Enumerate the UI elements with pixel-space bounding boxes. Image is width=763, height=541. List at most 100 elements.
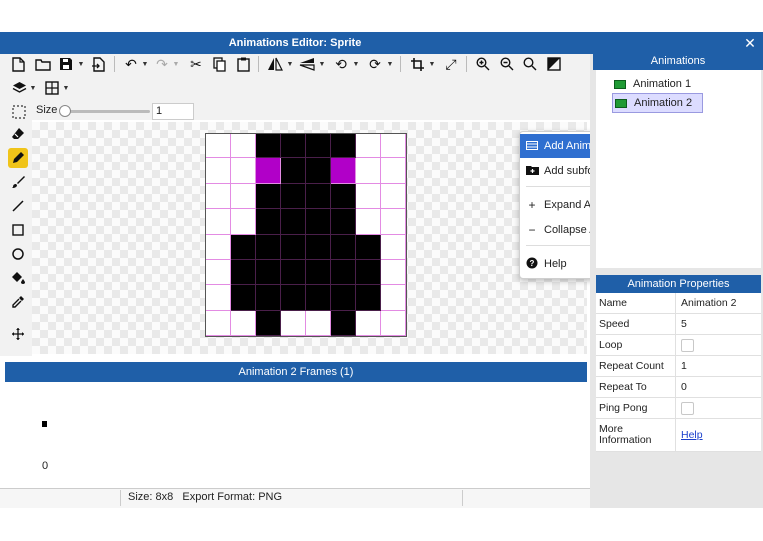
- sprite-pixel[interactable]: [281, 183, 306, 210]
- close-icon[interactable]: ✕: [740, 32, 760, 54]
- sprite-pixel[interactable]: [331, 209, 356, 235]
- sprite-pixel[interactable]: [356, 133, 381, 159]
- sprite-pixel[interactable]: [356, 158, 381, 184]
- sprite-pixel[interactable]: [206, 133, 231, 159]
- export-icon[interactable]: [90, 55, 106, 73]
- brush-icon[interactable]: [8, 172, 28, 192]
- sprite-pixel[interactable]: [356, 183, 381, 210]
- sprite-pixel[interactable]: [381, 310, 406, 336]
- sprite-pixel[interactable]: [331, 158, 356, 184]
- copy-icon[interactable]: [211, 55, 227, 73]
- sprite-pixel[interactable]: [256, 209, 281, 235]
- zoom-in-icon[interactable]: [474, 55, 492, 73]
- sprite-pixel[interactable]: [256, 133, 281, 159]
- sprite-pixel[interactable]: [381, 285, 406, 311]
- sprite-pixel[interactable]: [231, 158, 256, 184]
- sprite-pixel[interactable]: [331, 259, 356, 286]
- sprite-pixel[interactable]: [306, 183, 331, 210]
- flip-v-dropdown-icon[interactable]: ▼: [318, 55, 326, 73]
- sprite-pixel[interactable]: [281, 285, 306, 311]
- sprite-pixel[interactable]: [356, 259, 381, 286]
- sprite-pixel[interactable]: [231, 183, 256, 210]
- sprite-pixel[interactable]: [256, 158, 281, 184]
- sprite-pixel[interactable]: [306, 259, 331, 286]
- sprite-pixel[interactable]: [331, 310, 356, 336]
- prop-repeat-to-value[interactable]: 0: [676, 377, 761, 397]
- save-icon[interactable]: [58, 55, 74, 73]
- sprite-pixel[interactable]: [231, 209, 256, 235]
- selection-icon[interactable]: [10, 103, 28, 121]
- open-folder-icon[interactable]: [34, 55, 52, 73]
- save-dropdown-icon[interactable]: ▼: [77, 55, 85, 73]
- sprite-pixel[interactable]: [281, 158, 306, 184]
- zoom-fit-icon[interactable]: [521, 55, 539, 73]
- zoom-out-icon[interactable]: [498, 55, 516, 73]
- rectangle-icon[interactable]: [8, 220, 28, 240]
- crop-icon[interactable]: [408, 55, 426, 73]
- sprite-pixel[interactable]: [231, 133, 256, 159]
- redo-dropdown-icon[interactable]: ▼: [172, 55, 180, 73]
- sprite-pixel[interactable]: [306, 285, 331, 311]
- rotate-right-icon[interactable]: ⟳: [366, 55, 384, 73]
- prop-name-value[interactable]: Animation 2: [676, 293, 761, 313]
- size-slider[interactable]: [62, 110, 150, 113]
- fill-bucket-icon[interactable]: [8, 268, 28, 288]
- tree-item-animation-1[interactable]: Animation 1: [612, 75, 691, 93]
- layers-dropdown-icon[interactable]: ▼: [29, 79, 37, 97]
- sprite-pixel[interactable]: [231, 259, 256, 286]
- move-icon[interactable]: [8, 324, 28, 344]
- cut-icon[interactable]: ✂: [187, 55, 205, 73]
- sprite-pixel[interactable]: [281, 209, 306, 235]
- sprite-pixel[interactable]: [306, 158, 331, 184]
- prop-repeat-count-value[interactable]: 1: [676, 356, 761, 376]
- frame-thumbnail[interactable]: [42, 421, 47, 427]
- sprite-pixel[interactable]: [281, 259, 306, 286]
- sprite-pixel[interactable]: [256, 310, 281, 336]
- sprite-pixel[interactable]: [256, 234, 281, 260]
- sprite-pixel[interactable]: [206, 285, 231, 311]
- sprite-pixel[interactable]: [281, 133, 306, 159]
- fill-mode-icon[interactable]: [545, 55, 563, 73]
- sprite-pixel[interactable]: [381, 158, 406, 184]
- sprite-pixel[interactable]: [306, 133, 331, 159]
- sprite-pixel[interactable]: [206, 158, 231, 184]
- layers-icon[interactable]: [10, 79, 28, 97]
- grid-icon[interactable]: [43, 79, 61, 97]
- sprite-pixel[interactable]: [206, 183, 231, 210]
- sprite-pixel[interactable]: [206, 310, 231, 336]
- paste-icon[interactable]: [235, 55, 251, 73]
- size-input[interactable]: 1: [152, 103, 194, 120]
- sprite-pixel[interactable]: [356, 234, 381, 260]
- sprite-pixel[interactable]: [256, 183, 281, 210]
- sprite-pixel[interactable]: [306, 310, 331, 336]
- line-icon[interactable]: [8, 196, 28, 216]
- size-slider-thumb[interactable]: [59, 105, 71, 117]
- crop-dropdown-icon[interactable]: ▼: [428, 55, 436, 73]
- tree-item-animation-2[interactable]: Animation 2: [612, 93, 704, 113]
- sprite-pixel[interactable]: [206, 259, 231, 286]
- sprite-pixel[interactable]: [256, 259, 281, 286]
- rotate-left-icon[interactable]: ⟲: [332, 55, 350, 73]
- sprite-pixel[interactable]: [231, 234, 256, 260]
- help-link[interactable]: Help: [681, 429, 703, 441]
- sprite-pixel[interactable]: [381, 183, 406, 210]
- sprite-pixel[interactable]: [206, 234, 231, 260]
- sprite-pixel[interactable]: [231, 285, 256, 311]
- flip-horizontal-icon[interactable]: [266, 55, 284, 73]
- sprite-pixel[interactable]: [381, 234, 406, 260]
- flip-vertical-icon[interactable]: [298, 55, 316, 73]
- sprite-pixel[interactable]: [331, 183, 356, 210]
- undo-dropdown-icon[interactable]: ▼: [141, 55, 149, 73]
- sprite-pixel-grid[interactable]: [206, 133, 406, 336]
- prop-speed-value[interactable]: 5: [676, 314, 761, 334]
- sprite-pixel[interactable]: [331, 133, 356, 159]
- ellipse-icon[interactable]: [8, 244, 28, 264]
- rotate-left-dropdown-icon[interactable]: ▼: [352, 55, 360, 73]
- sprite-pixel[interactable]: [281, 310, 306, 336]
- sprite-pixel[interactable]: [256, 285, 281, 311]
- sprite-pixel[interactable]: [331, 285, 356, 311]
- sprite-pixel[interactable]: [356, 285, 381, 311]
- sprite-pixel[interactable]: [356, 209, 381, 235]
- redo-icon[interactable]: ↷: [153, 55, 171, 73]
- pencil-icon[interactable]: [8, 148, 28, 168]
